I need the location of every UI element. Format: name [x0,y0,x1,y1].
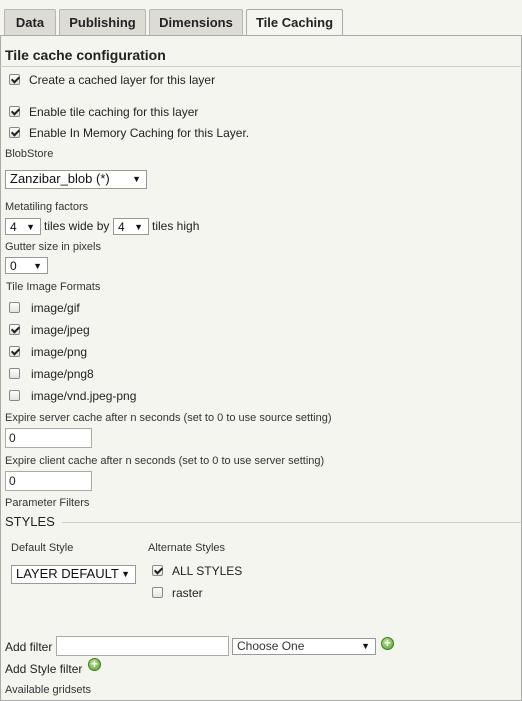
blobstore-label: BlobStore [5,148,54,160]
formats-label: Tile Image Formats [6,281,101,293]
format-png8-label: image/png8 [31,367,94,381]
parameter-filters-label: Parameter Filters [5,497,90,509]
tab-underline [0,35,522,36]
metatiling-label: Metatiling factors [5,201,89,213]
section-title: Tile cache configuration [5,47,166,63]
create-cached-layer-checkbox[interactable] [9,74,20,85]
chevron-down-icon: ▼ [26,222,35,232]
metatiling-wide-select[interactable]: 4 ▼ [5,218,41,235]
default-style-value: LAYER DEFAULT [16,566,119,581]
format-png8-checkbox[interactable] [9,368,20,379]
tab-tile-caching[interactable]: Tile Caching [246,9,343,36]
tab-data[interactable]: Data [4,9,56,35]
chevron-down-icon: ▼ [361,641,370,651]
chevron-down-icon: ▼ [33,261,42,271]
add-filter-label: Add filter [5,640,53,654]
enable-in-memory-checkbox[interactable] [9,127,20,138]
tab-bar: Data Publishing Dimensions Tile Caching [0,0,522,36]
format-png-label: image/png [31,345,88,359]
section-divider [0,66,522,67]
alternate-styles-label: Alternate Styles [148,542,226,554]
tiles-high-text: tiles high [152,219,200,233]
styles-divider [62,522,522,523]
chevron-down-icon: ▼ [134,222,143,232]
alt-style-raster-label: raster [172,586,203,600]
format-vnd-jpeg-png-label: image/vnd.jpeg-png [31,389,137,403]
chevron-down-icon: ▼ [121,569,130,579]
styles-title: STYLES [5,514,55,529]
expire-server-input[interactable]: 0 [5,428,92,448]
metatiling-high-select[interactable]: 4 ▼ [113,218,149,235]
format-vnd-jpeg-png-checkbox[interactable] [9,390,20,401]
tiles-wide-text: tiles wide by [44,219,110,233]
chevron-down-icon: ▼ [132,174,141,184]
add-filter-type-value: Choose One [237,639,305,653]
format-gif-label: image/gif [31,301,80,315]
format-png-checkbox[interactable] [9,346,20,357]
format-jpeg-checkbox[interactable] [9,324,20,335]
blobstore-value: Zanzibar_blob (*) [10,171,110,186]
add-style-filter-plus-icon[interactable]: + [88,658,101,671]
default-style-select[interactable]: LAYER DEFAULT ▼ [11,565,136,584]
format-jpeg-label: image/jpeg [31,323,90,337]
alt-style-all-checkbox[interactable] [152,565,163,576]
available-gridsets-label: Available gridsets [5,684,92,696]
create-cached-layer-label: Create a cached layer for this layer [29,73,216,87]
tab-publishing[interactable]: Publishing [59,9,146,35]
expire-client-label: Expire client cache after n seconds (set… [5,455,325,467]
gutter-select[interactable]: 0 ▼ [5,257,48,274]
add-filter-type-select[interactable]: Choose One ▼ [232,638,376,655]
gutter-label: Gutter size in pixels [5,241,101,253]
enable-tile-caching-label: Enable tile caching for this layer [29,105,199,119]
gutter-value: 0 [10,259,17,273]
expire-server-label: Expire server cache after n seconds (set… [5,412,332,424]
alt-style-all-label: ALL STYLES [172,564,243,578]
metatiling-high-value: 4 [118,220,125,234]
add-filter-plus-icon[interactable]: + [381,637,394,650]
enable-in-memory-label: Enable In Memory Caching for this Layer. [29,126,250,140]
tab-dimensions[interactable]: Dimensions [149,9,243,35]
default-style-label: Default Style [11,542,74,554]
expire-client-input[interactable]: 0 [5,471,92,491]
blobstore-select[interactable]: Zanzibar_blob (*) ▼ [5,170,147,189]
alt-style-raster-checkbox[interactable] [152,587,163,598]
add-filter-input[interactable] [56,636,229,656]
metatiling-wide-value: 4 [10,220,17,234]
enable-tile-caching-checkbox[interactable] [9,106,20,117]
add-style-filter-label: Add Style filter [5,662,83,676]
format-gif-checkbox[interactable] [9,302,20,313]
